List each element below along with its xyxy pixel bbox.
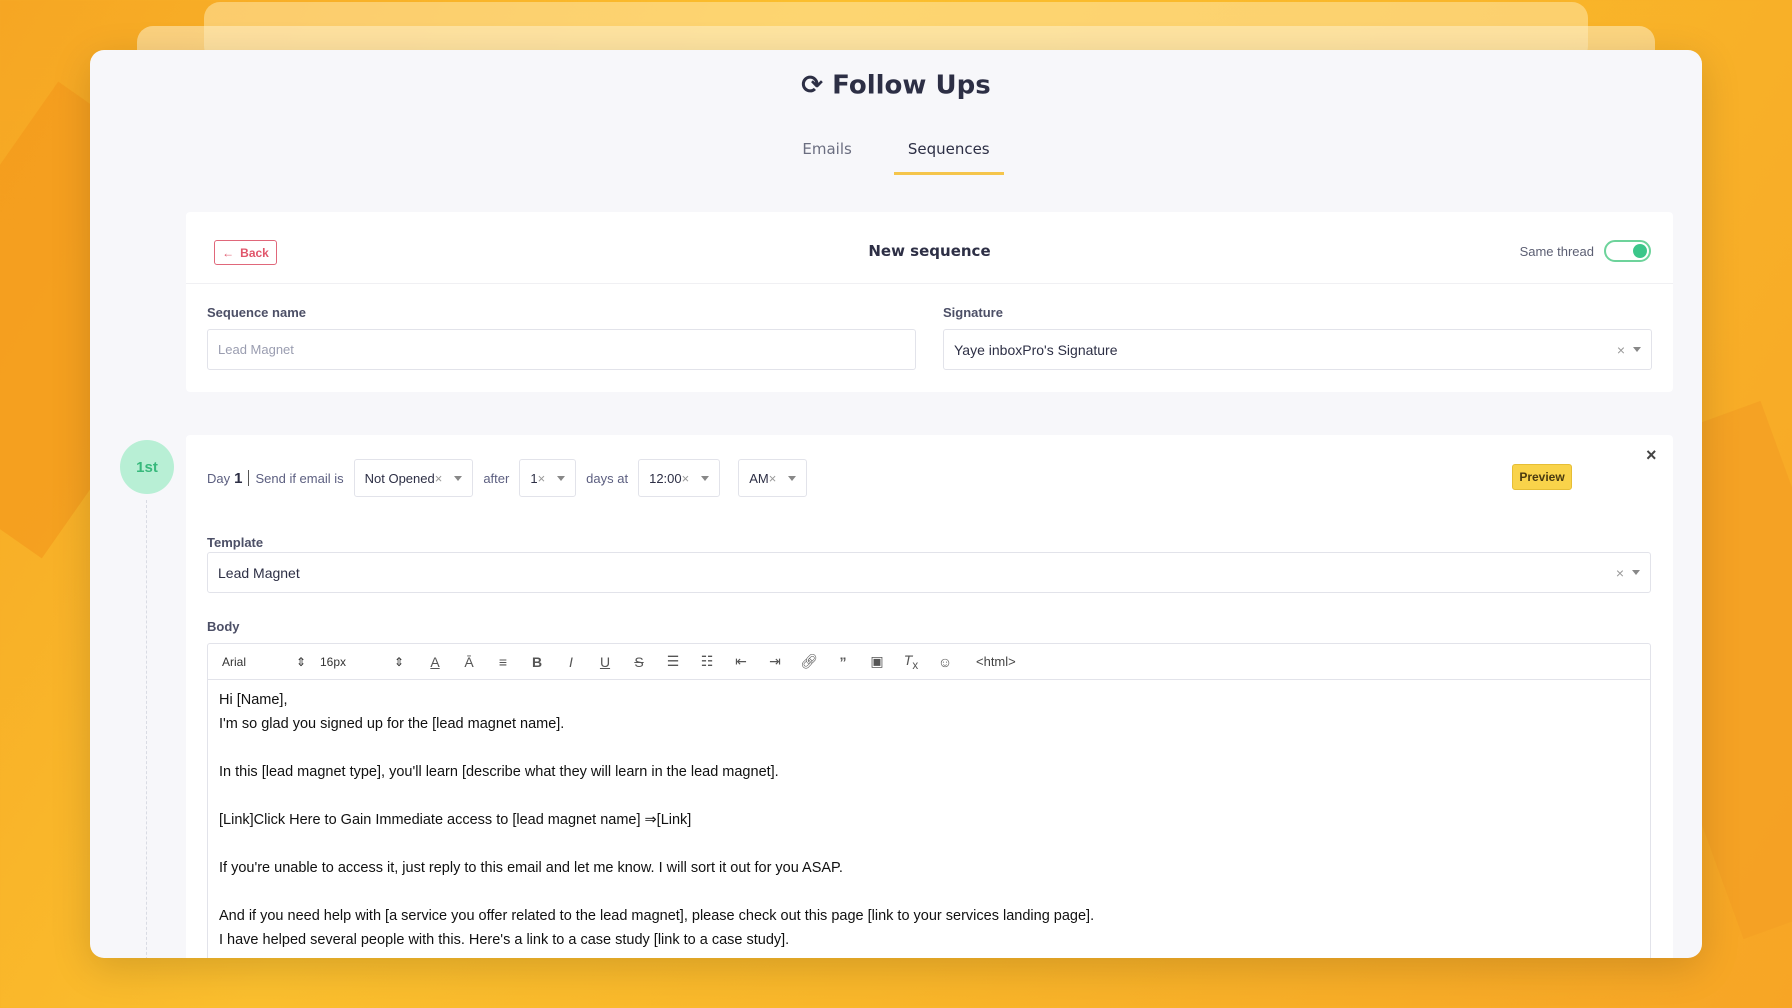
clear-icon: × [768, 470, 777, 486]
bullet-list-icon[interactable]: ☷ [690, 653, 724, 670]
same-thread-label: Same thread [1519, 243, 1594, 259]
days-at-label: days at [586, 470, 629, 486]
clear-icon[interactable]: × [1617, 342, 1625, 358]
send-if-label: Send if email is [255, 470, 344, 486]
ampm-select[interactable]: AM × [738, 459, 808, 497]
tabs: Emails Sequences [90, 138, 1702, 175]
signature-select[interactable]: Yaye inboxPro's Signature × [943, 329, 1652, 370]
editor-toolbar: Arial ⇕ 16px ⇕ A Ā ≡ B I U S ☰ ☷ ⇤ ⇥ 🔗︎ ” … [208, 644, 1650, 680]
template-select[interactable]: Lead Magnet × [207, 552, 1651, 593]
italic-icon[interactable]: I [554, 654, 588, 670]
chevron-down-icon [1633, 347, 1641, 352]
divider [248, 470, 250, 486]
chevron-down-icon [454, 475, 463, 481]
image-icon[interactable]: ▣ [860, 653, 894, 670]
tab-emails[interactable]: Emails [788, 138, 865, 175]
strikethrough-icon[interactable]: S [622, 654, 656, 670]
sequence-step-panel: Day 1 Send if email is Not Opened × after … [186, 435, 1673, 958]
underline-icon[interactable]: U [588, 654, 622, 670]
tab-sequences[interactable]: Sequences [893, 138, 1004, 175]
chevron-down-icon [557, 475, 566, 481]
emoji-icon[interactable]: ☺ [928, 654, 962, 670]
condition-select[interactable]: Not Opened × [353, 459, 474, 497]
panel-title: New sequence [868, 242, 991, 260]
same-thread-toggle[interactable] [1604, 240, 1651, 262]
template-label: Template [207, 535, 264, 550]
text-color-icon[interactable]: A [418, 654, 452, 670]
chevron-down-icon [788, 475, 797, 481]
body-label: Body [207, 619, 240, 634]
page-title: ⟳ Follow Ups [801, 70, 991, 101]
font-size-select[interactable]: 16px ⇕ [320, 655, 404, 669]
indent-icon[interactable]: ⇥ [758, 653, 792, 670]
after-label: after [483, 470, 510, 486]
time-select[interactable]: 12:00 × [638, 459, 721, 497]
ordered-list-icon[interactable]: ☰ [656, 653, 690, 670]
signature-label: Signature [943, 305, 1003, 320]
day-label: Day 1 [207, 469, 243, 487]
sequence-name-label: Sequence name [207, 305, 306, 320]
chevron-down-icon [701, 475, 710, 481]
chevron-down-icon [1632, 570, 1640, 575]
bold-icon[interactable]: B [520, 654, 554, 670]
clear-icon: × [434, 470, 443, 486]
clear-icon: × [681, 470, 690, 486]
body-content[interactable]: Hi [Name], I'm so glad you signed up for … [208, 680, 1650, 958]
sequence-name-input[interactable]: Lead Magnet [207, 329, 916, 370]
align-icon[interactable]: ≡ [486, 654, 520, 670]
highlight-icon[interactable]: Ā [452, 654, 486, 670]
body-editor: Arial ⇕ 16px ⇕ A Ā ≡ B I U S ☰ ☷ ⇤ ⇥ 🔗︎ ” … [207, 643, 1651, 958]
step-badge: 1st [120, 440, 174, 494]
after-days-select[interactable]: 1 × [519, 459, 577, 497]
clear-icon[interactable]: × [1616, 565, 1624, 581]
preview-button[interactable]: Preview [1512, 464, 1572, 490]
timeline-line [146, 500, 147, 958]
clear-icon: × [537, 470, 546, 486]
follow-ups-window: ⟳ Follow Ups Emails Sequences ← Back New … [90, 50, 1702, 958]
close-icon[interactable]: × [1646, 445, 1657, 466]
font-family-select[interactable]: Arial ⇕ [222, 655, 306, 669]
outdent-icon[interactable]: ⇤ [724, 653, 758, 670]
clear-format-icon[interactable]: Tx [894, 652, 928, 672]
html-toggle[interactable]: <html> [976, 654, 1016, 669]
link-icon[interactable]: 🔗︎ [792, 653, 826, 670]
refresh-icon: ⟳ [801, 70, 824, 101]
sequence-settings-panel: ← Back New sequence Same thread Sequence … [186, 212, 1673, 392]
quote-icon[interactable]: ” [826, 654, 860, 670]
